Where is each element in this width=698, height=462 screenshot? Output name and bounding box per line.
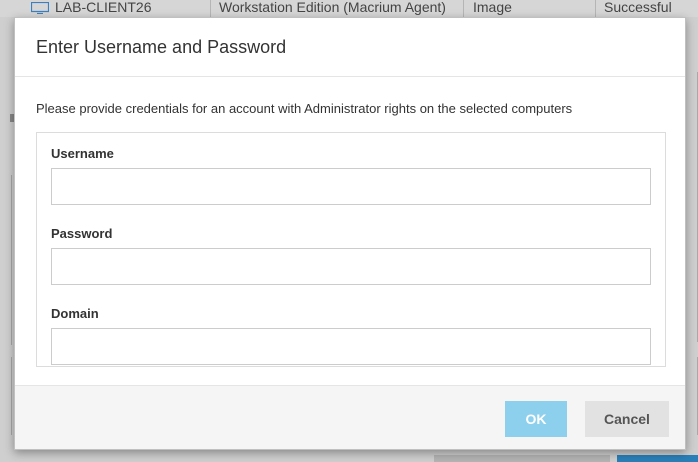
credentials-form: Username Password Domain	[36, 132, 666, 367]
domain-label: Domain	[51, 306, 99, 321]
dialog-title: Enter Username and Password	[36, 36, 287, 57]
column-divider	[210, 0, 211, 17]
background-panel	[686, 72, 698, 342]
bg-edition: Workstation Edition (Macrium Agent)	[219, 0, 446, 15]
username-label: Username	[51, 146, 114, 161]
column-divider	[595, 0, 596, 17]
column-divider	[463, 0, 464, 17]
bg-computer-name: LAB-CLIENT26	[55, 0, 152, 15]
dialog-instruction: Please provide credentials for an accoun…	[36, 101, 573, 116]
background-bottom-edge	[0, 450, 698, 462]
dialog-header: Enter Username and Password	[15, 18, 685, 77]
background-button	[434, 455, 610, 462]
credentials-dialog: Enter Username and Password Please provi…	[14, 17, 686, 450]
username-input[interactable]	[51, 168, 651, 205]
background-table-row: LAB-CLIENT26 Workstation Edition (Macriu…	[0, 0, 698, 18]
bg-status: Successful	[604, 0, 672, 15]
bg-backup-type: Image	[473, 0, 512, 15]
dialog-footer: OK Cancel	[15, 385, 685, 449]
monitor-icon	[31, 2, 49, 14]
password-input[interactable]	[51, 248, 651, 285]
dialog-body: Please provide credentials for an accoun…	[15, 77, 685, 367]
background-button	[617, 455, 698, 462]
background-left-edge	[0, 17, 14, 462]
background-right-edge	[686, 17, 698, 462]
background-panel	[686, 357, 698, 435]
cancel-button[interactable]: Cancel	[585, 401, 669, 437]
password-label: Password	[51, 226, 113, 241]
domain-input[interactable]	[51, 328, 651, 365]
ok-button[interactable]: OK	[505, 401, 567, 437]
